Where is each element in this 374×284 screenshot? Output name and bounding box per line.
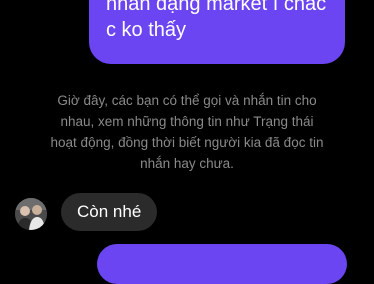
- incoming-message-bubble[interactable]: Còn nhé: [61, 193, 158, 231]
- avatar[interactable]: [15, 198, 47, 230]
- system-notice: Giờ đây, các bạn có thể gọi và nhắn tin …: [0, 90, 374, 174]
- outgoing-message-line: nhắn dạng market í chắc: [106, 0, 327, 15]
- outgoing-message-line: c ko thấy: [106, 19, 187, 41]
- incoming-message-text: Còn nhé: [77, 202, 142, 221]
- outgoing-message-bubble-partial[interactable]: [97, 244, 347, 284]
- system-notice-line: nhau, xem những thông tin như Trạng thái: [60, 114, 314, 129]
- avatar-photo-icon: [15, 198, 47, 230]
- outgoing-message-bubble[interactable]: nhắn dạng market í chắc c ko thấy: [89, 0, 345, 64]
- system-notice-line: nhắn hay chưa.: [140, 156, 234, 171]
- system-notice-line: hoạt động, đồng thời biết người kia đã đ…: [50, 135, 324, 150]
- system-notice-line: Giờ đây, các bạn có thể gọi và nhắn tin …: [57, 93, 317, 108]
